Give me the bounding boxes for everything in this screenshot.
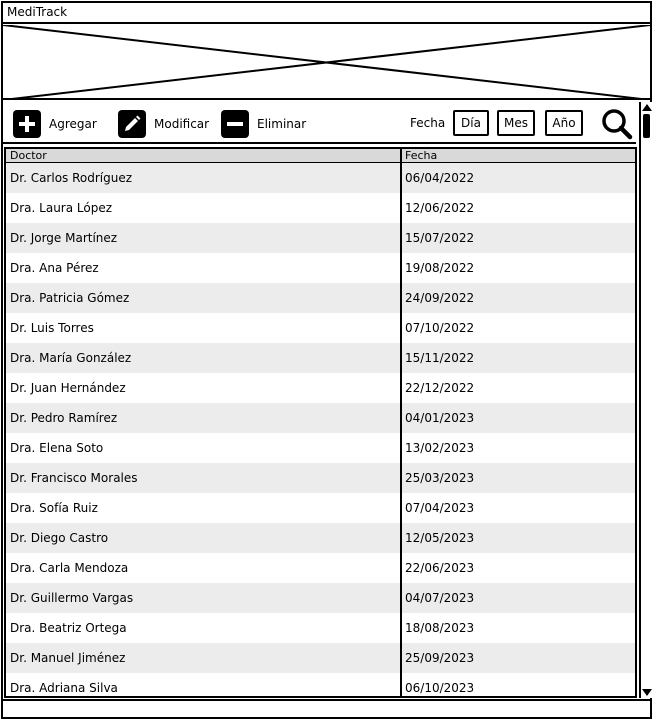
- edit-label: Modificar: [154, 117, 210, 131]
- doctor-cell: Dra. Elena Soto: [6, 433, 402, 463]
- table-row[interactable]: Dr. Francisco Morales 25/03/2023: [6, 463, 635, 493]
- doctor-cell: Dr. Carlos Rodríguez: [6, 163, 402, 193]
- search-icon[interactable]: [601, 108, 633, 140]
- appointments-table: Doctor Fecha Dr. Carlos Rodríguez 06/04/2…: [4, 147, 637, 698]
- window-title: MediTrack: [3, 3, 650, 24]
- toolbar: Agregar Modificar Eliminar Fecha Día Mes…: [3, 102, 636, 144]
- add-button[interactable]: Agregar: [13, 110, 97, 138]
- table-row[interactable]: Dra. Elena Soto 13/02/2023: [6, 433, 635, 463]
- doctor-cell: Dr. Diego Castro: [6, 523, 402, 553]
- delete-label: Eliminar: [257, 117, 307, 131]
- minus-icon: [221, 110, 249, 138]
- table-row[interactable]: Dr. Guillermo Vargas 04/07/2023: [6, 583, 635, 613]
- table-row[interactable]: Dra. Beatriz Ortega 18/08/2023: [6, 613, 635, 643]
- plus-icon: [13, 110, 41, 138]
- date-cell: 25/03/2023: [405, 471, 475, 485]
- table-body: Dr. Carlos Rodríguez 06/04/2022 Dra. Laur…: [6, 163, 635, 696]
- doctor-cell: Dra. Laura López: [6, 193, 402, 223]
- doctor-cell: Dr. Jorge Martínez: [6, 223, 402, 253]
- year-filter-button[interactable]: Año: [545, 110, 583, 136]
- table-row[interactable]: Dr. Jorge Martínez 15/07/2022: [6, 223, 635, 253]
- day-filter-button[interactable]: Día: [453, 110, 489, 136]
- doctor-cell: Dr. Luis Torres: [6, 313, 402, 343]
- doctor-cell: Dra. Sofía Ruiz: [6, 493, 402, 523]
- vertical-scrollbar[interactable]: [639, 102, 652, 698]
- doctor-cell: Dra. Patricia Gómez: [6, 283, 402, 313]
- table-header: Doctor Fecha: [6, 147, 635, 163]
- table-row[interactable]: Dr. Pedro Ramírez 04/01/2023: [6, 403, 635, 433]
- table-row[interactable]: Dra. Adriana Silva 06/10/2023: [6, 673, 635, 696]
- table-row[interactable]: Dra. Sofía Ruiz 07/04/2023: [6, 493, 635, 523]
- status-bar: [3, 699, 650, 717]
- doctor-cell: Dr. Manuel Jiménez: [6, 643, 402, 673]
- date-cell: 07/10/2022: [405, 321, 475, 335]
- date-cell: 04/07/2023: [405, 591, 475, 605]
- doctor-cell: Dra. Carla Mendoza: [6, 553, 402, 583]
- date-cell: 06/04/2022: [405, 171, 475, 185]
- date-cell: 15/11/2022: [405, 351, 475, 365]
- column-header-doctor[interactable]: Doctor: [6, 149, 402, 162]
- table-row[interactable]: Dr. Juan Hernández 22/12/2022: [6, 373, 635, 403]
- date-cell: 15/07/2022: [405, 231, 475, 245]
- doctor-cell: Dra. Beatriz Ortega: [6, 613, 402, 643]
- doctor-cell: Dr. Francisco Morales: [6, 463, 402, 493]
- date-cell: 22/12/2022: [405, 381, 475, 395]
- main-content: Agregar Modificar Eliminar Fecha Día Mes…: [3, 102, 637, 698]
- table-row[interactable]: Dra. Carla Mendoza 22/06/2023: [6, 553, 635, 583]
- doctor-cell: Dra. Ana Pérez: [6, 253, 402, 283]
- table-row[interactable]: Dra. Patricia Gómez 24/09/2022: [6, 283, 635, 313]
- date-cell: 12/06/2022: [405, 201, 475, 215]
- date-cell: 06/10/2023: [405, 681, 475, 695]
- table-row[interactable]: Dr. Diego Castro 12/05/2023: [6, 523, 635, 553]
- app-window: MediTrack Agregar Modificar Eliminar Fec…: [1, 1, 652, 719]
- scrollbar-thumb[interactable]: [643, 114, 650, 138]
- date-cell: 12/05/2023: [405, 531, 475, 545]
- date-cell: 13/02/2023: [405, 441, 475, 455]
- date-cell: 07/04/2023: [405, 501, 475, 515]
- doctor-cell: Dra. María González: [6, 343, 402, 373]
- date-cell: 24/09/2022: [405, 291, 475, 305]
- table-row[interactable]: Dr. Luis Torres 07/10/2022: [6, 313, 635, 343]
- delete-button[interactable]: Eliminar: [221, 110, 306, 138]
- table-row[interactable]: Dra. Laura López 12/06/2022: [6, 193, 635, 223]
- table-row[interactable]: Dra. María González 15/11/2022: [6, 343, 635, 373]
- pencil-icon: [118, 110, 146, 138]
- date-cell: 18/08/2023: [405, 621, 475, 635]
- doctor-cell: Dr. Juan Hernández: [6, 373, 402, 403]
- table-row[interactable]: Dra. Ana Pérez 19/08/2022: [6, 253, 635, 283]
- doctor-cell: Dr. Pedro Ramírez: [6, 403, 402, 433]
- column-header-date[interactable]: Fecha: [402, 149, 635, 162]
- table-row[interactable]: Dr. Manuel Jiménez 25/09/2023: [6, 643, 635, 673]
- date-filter-label: Fecha: [410, 116, 446, 130]
- edit-button[interactable]: Modificar: [118, 110, 209, 138]
- doctor-cell: Dr. Guillermo Vargas: [6, 583, 402, 613]
- scroll-up-arrow-icon[interactable]: [642, 104, 652, 111]
- date-cell: 19/08/2022: [405, 261, 475, 275]
- date-cell: 22/06/2023: [405, 561, 475, 575]
- doctor-cell: Dra. Adriana Silva: [6, 673, 402, 696]
- date-cell: 04/01/2023: [405, 411, 475, 425]
- table-row[interactable]: Dr. Carlos Rodríguez 06/04/2022: [6, 163, 635, 193]
- date-cell: 25/09/2023: [405, 651, 475, 665]
- image-placeholder: [3, 25, 650, 100]
- add-label: Agregar: [49, 117, 97, 131]
- month-filter-button[interactable]: Mes: [497, 110, 535, 136]
- scroll-down-arrow-icon[interactable]: [642, 689, 652, 696]
